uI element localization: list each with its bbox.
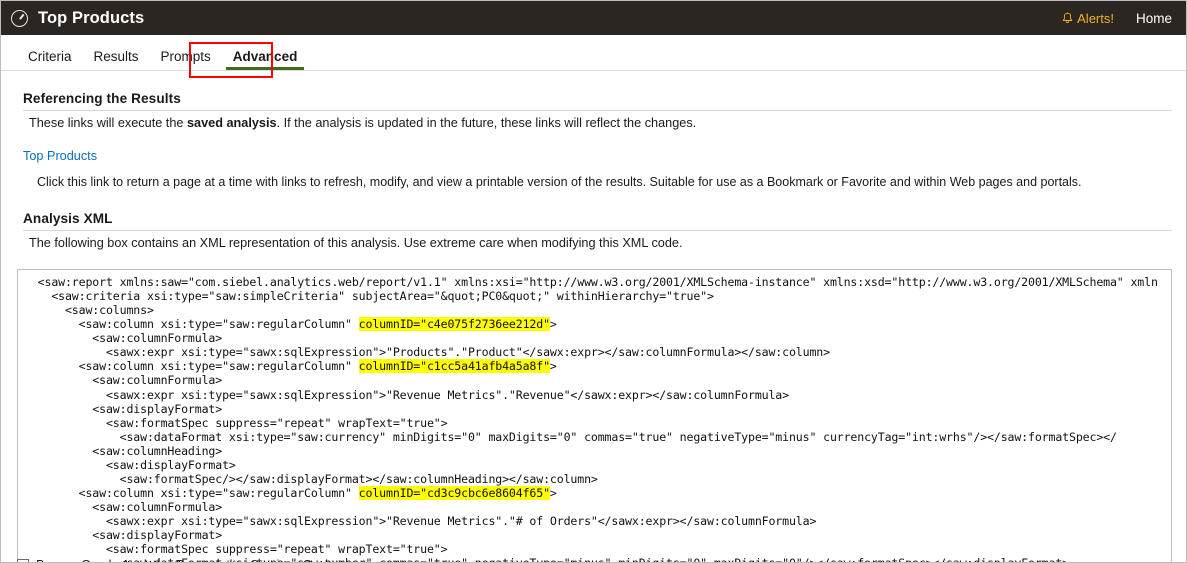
saved-analysis-link-description: Click this link to return a page at a ti…	[37, 175, 1082, 190]
referencing-text-part-2: . If the analysis is updated in the futu…	[276, 116, 697, 130]
app-header-bar: Top Products Alerts! Home	[1, 1, 1186, 35]
analysis-xml-code[interactable]: <saw:report xmlns:saw="com.siebel.analyt…	[24, 275, 1171, 562]
tab-results[interactable]: Results	[83, 49, 150, 70]
referencing-results-divider	[23, 110, 1172, 111]
referencing-text-bold: saved analysis	[186, 116, 277, 130]
analysis-xml-editor-wrap: <saw:report xmlns:saw="com.siebel.analyt…	[17, 269, 1172, 562]
page-title: Top Products	[38, 8, 145, 27]
header-left-group: Top Products	[11, 9, 144, 28]
alerts-label: Alerts!	[1077, 10, 1114, 26]
referencing-results-heading: Referencing the Results	[23, 91, 181, 106]
analysis-xml-heading: Analysis XML	[23, 211, 113, 227]
referencing-results-description: These links will execute the saved analy…	[29, 115, 1172, 132]
analysis-editor-window: Top Products Alerts! Home Criteria Resul…	[0, 0, 1187, 563]
tab-criteria[interactable]: Criteria	[17, 49, 83, 70]
column-id-highlight: columnID="cd3c9cbc6e8604f65"	[358, 485, 550, 500]
analysis-xml-description: The following box contains an XML repres…	[29, 236, 683, 251]
referencing-text-part-1: These links will execute the	[29, 116, 187, 130]
home-link[interactable]: Home	[1136, 11, 1172, 26]
column-id-highlight: columnID="c1cc5a41afb4a5a8f"	[358, 359, 550, 374]
tab-bar: Criteria Results Prompts Advanced	[1, 35, 1186, 78]
compass-icon	[11, 9, 28, 27]
tab-advanced[interactable]: Advanced	[222, 49, 309, 70]
header-right-group: Alerts! Home	[1062, 11, 1172, 26]
advanced-tab-panel: Referencing the Results These links will…	[1, 71, 1186, 562]
column-id-highlight: columnID="c4e075f2736ee212d"	[358, 317, 550, 332]
tab-prompts[interactable]: Prompts	[150, 49, 222, 70]
bell-icon	[1062, 12, 1073, 24]
saved-analysis-link[interactable]: Top Products	[23, 149, 97, 163]
alerts-link[interactable]: Alerts!	[1062, 11, 1114, 26]
analysis-xml-textarea[interactable]: <saw:report xmlns:saw="com.siebel.analyt…	[17, 269, 1172, 562]
analysis-xml-divider	[23, 230, 1172, 232]
